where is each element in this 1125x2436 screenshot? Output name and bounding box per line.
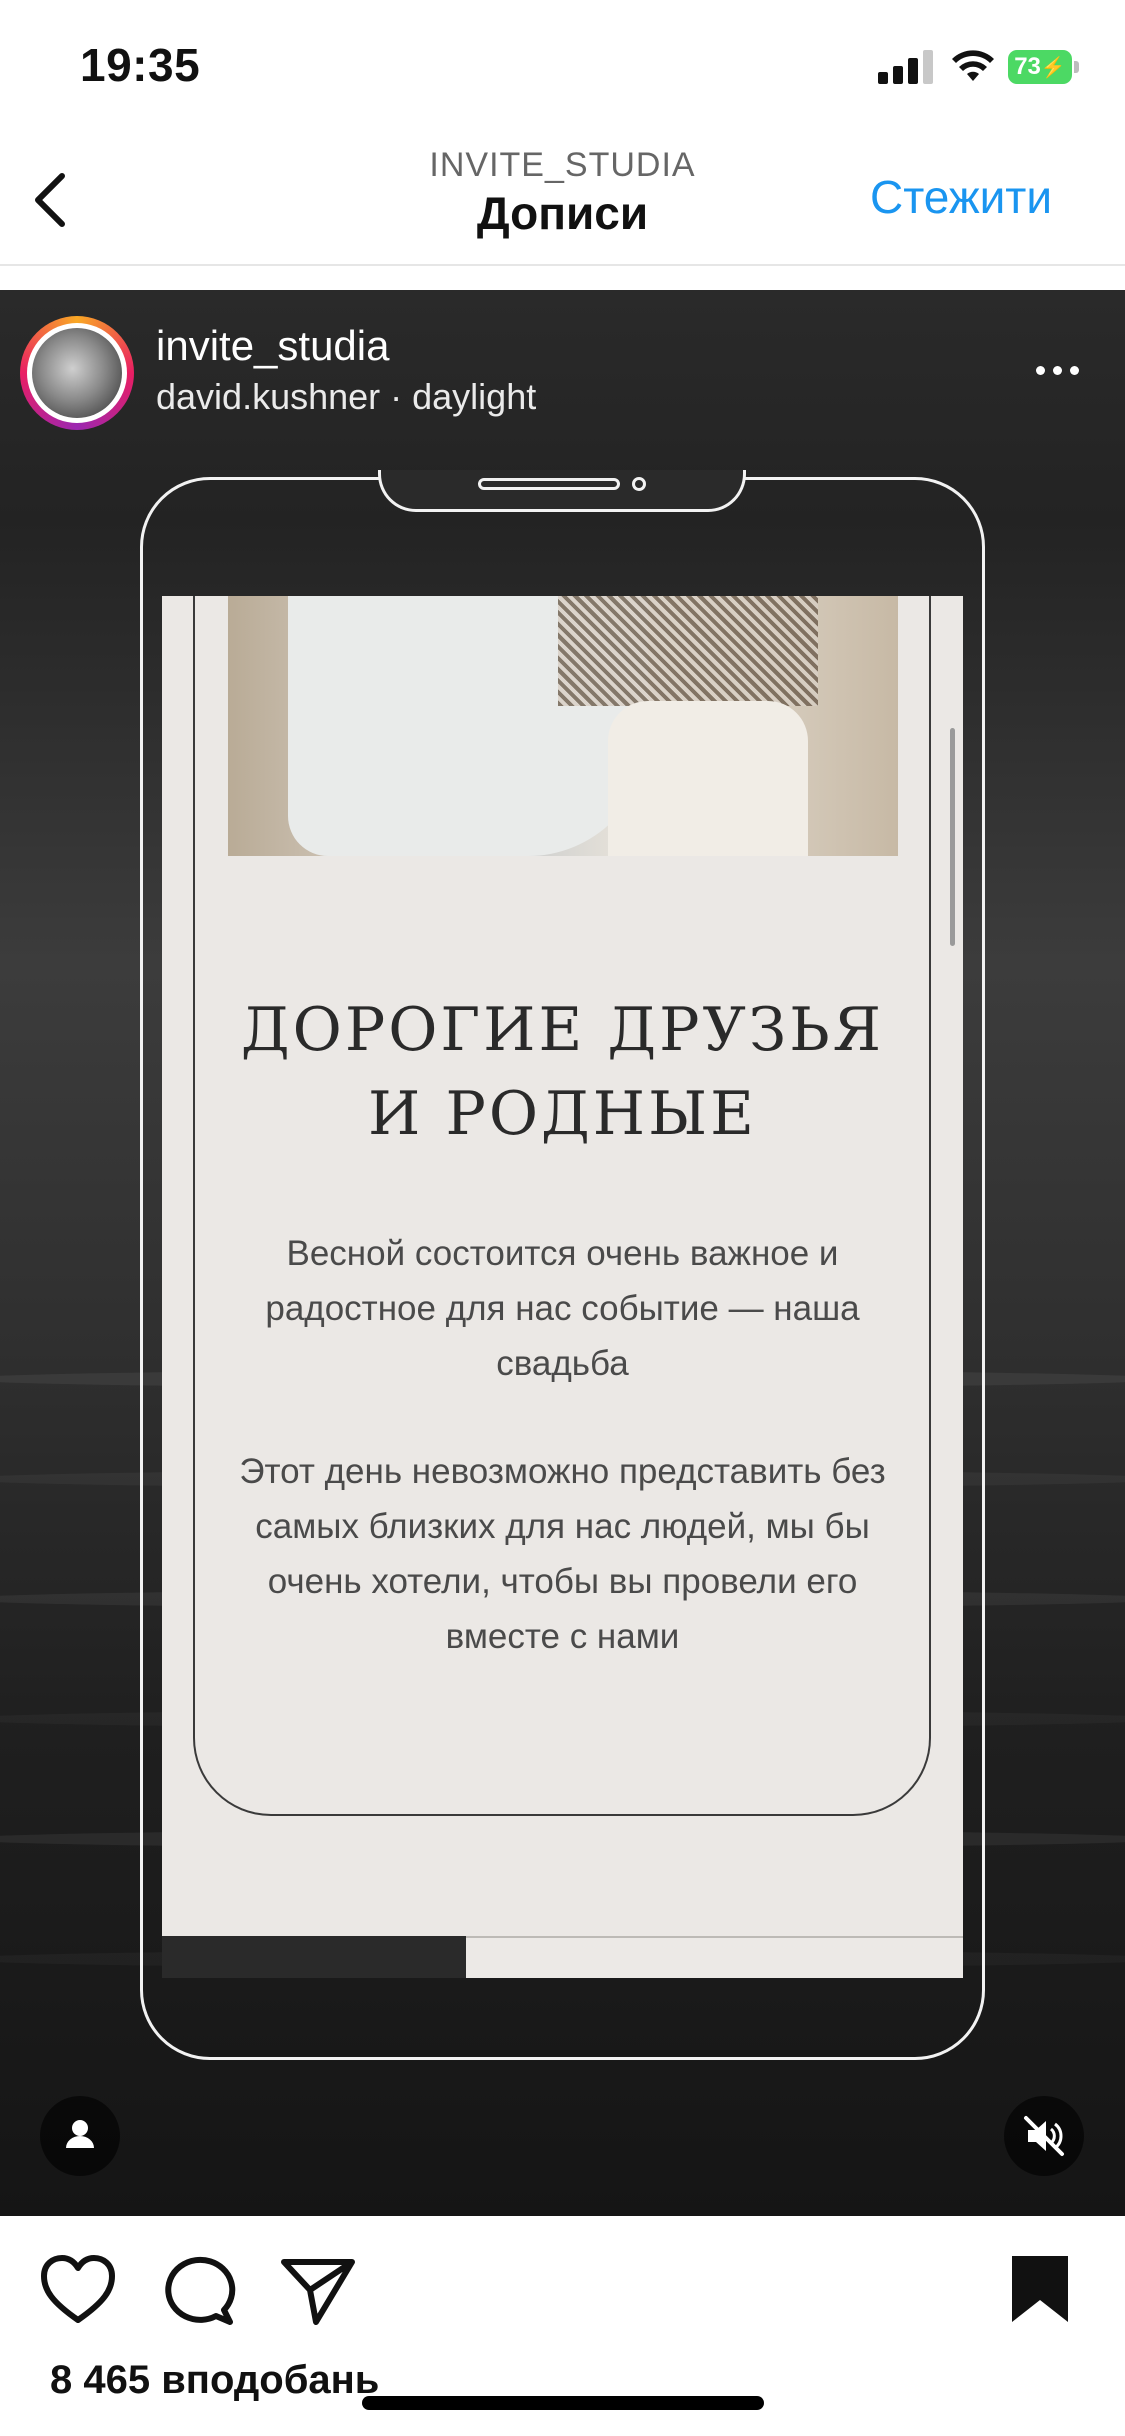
header-divider [0, 264, 1125, 266]
invite-heading: ДОРОГИЕ ДРУЗЬЯ И РОДНЫЕ [162, 988, 963, 1156]
share-icon[interactable] [278, 2252, 358, 2328]
invite-heading-line1: ДОРОГИЕ ДРУЗЬЯ [240, 995, 885, 1065]
user-tag-button[interactable] [40, 2096, 120, 2176]
screen-scrollbar [950, 728, 955, 946]
battery-icon: 73⚡ [1008, 50, 1080, 84]
heart-icon[interactable] [38, 2252, 118, 2328]
bookmark-icon[interactable] [1000, 2252, 1080, 2328]
phone-notch [378, 470, 746, 512]
invite-paragraph-1: Весной состоится очень важное и радостно… [265, 1234, 860, 1383]
invite-paragraph-2: Этот день невозможно представить без сам… [239, 1452, 886, 1656]
mute-icon [1024, 2116, 1064, 2156]
post-audio[interactable]: david.kushner · daylight [156, 376, 536, 418]
more-icon[interactable] [1032, 350, 1084, 390]
wifi-icon [952, 50, 994, 81]
video-progress-fill [162, 1936, 467, 1978]
comment-icon[interactable] [158, 2252, 238, 2328]
home-indicator[interactable] [362, 2396, 764, 2410]
mute-button[interactable] [1004, 2096, 1084, 2176]
battery-level: 73 [1014, 53, 1041, 80]
phone-camera [632, 477, 646, 491]
likes-count[interactable]: 8 465 вподобань [50, 2358, 379, 2403]
signal-icon [878, 48, 934, 84]
post-username[interactable]: invite_studia [156, 322, 389, 370]
avatar[interactable] [20, 316, 134, 430]
phone-speaker [478, 478, 620, 490]
user-tag-icon [66, 2120, 94, 2148]
invite-heading-line2: И РОДНЫЕ [368, 1079, 757, 1149]
status-time: 19:35 [80, 39, 201, 91]
follow-button[interactable]: Стежити [870, 170, 1052, 224]
